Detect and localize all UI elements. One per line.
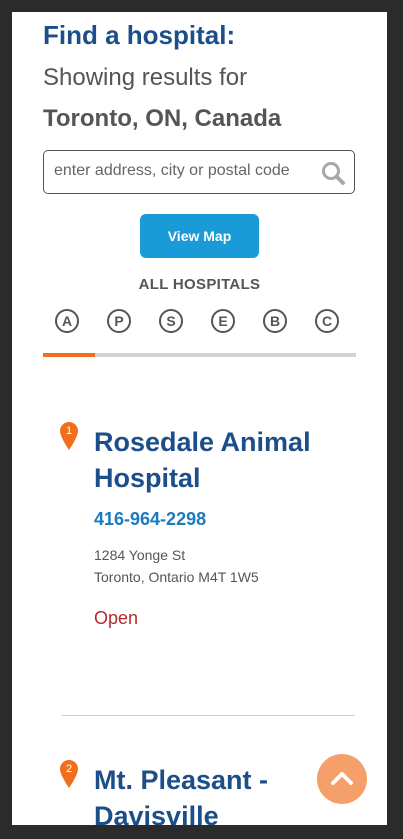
- filter-letter-b[interactable]: B: [263, 309, 287, 333]
- hospital-name[interactable]: Rosedale Animal Hospital: [94, 424, 344, 496]
- address-line-1: 1284 Yonge St: [94, 547, 186, 563]
- filter-letter-p[interactable]: P: [107, 309, 131, 333]
- filter-letter-a[interactable]: A: [55, 309, 79, 333]
- showing-results-label: Showing results for: [43, 64, 248, 91]
- search-field[interactable]: [43, 150, 355, 194]
- all-hospitals-heading: ALL HOSPITALS: [138, 276, 261, 293]
- filter-letter-s[interactable]: S: [159, 309, 183, 333]
- search-location: Toronto, ON, Canada: [43, 105, 282, 132]
- search-icon[interactable]: [320, 160, 346, 186]
- scroll-to-top-button[interactable]: [317, 754, 367, 804]
- filter-letter-c[interactable]: C: [315, 309, 339, 333]
- page-title: Find a hospital:: [43, 20, 236, 50]
- pin-number: 2: [65, 763, 73, 775]
- hospital-address: 1284 Yonge St Toronto, Ontario M4T 1W5: [94, 544, 259, 588]
- search-input[interactable]: [54, 151, 309, 191]
- hospital-name[interactable]: Mt. Pleasant - Davisville: [94, 762, 344, 825]
- page-frame: Find a hospital: Showing results for Tor…: [12, 12, 387, 825]
- chevron-up-icon: [331, 772, 353, 785]
- filter-letter-e[interactable]: E: [211, 309, 235, 333]
- pin-number: 1: [65, 425, 73, 437]
- hospital-phone[interactable]: 416-964-2298: [94, 509, 206, 530]
- map-pin-icon: 1: [60, 422, 82, 452]
- hospital-status: Open: [94, 608, 139, 628]
- view-map-button[interactable]: View Map: [140, 214, 259, 258]
- result-divider: [62, 715, 355, 716]
- hospital-letter-filter: A P S E B C: [43, 309, 363, 335]
- active-tab-indicator: [43, 353, 95, 357]
- address-line-2: Toronto, Ontario M4T 1W5: [94, 569, 259, 585]
- map-pin-icon: 2: [60, 760, 82, 790]
- filter-tab-track: [43, 353, 356, 357]
